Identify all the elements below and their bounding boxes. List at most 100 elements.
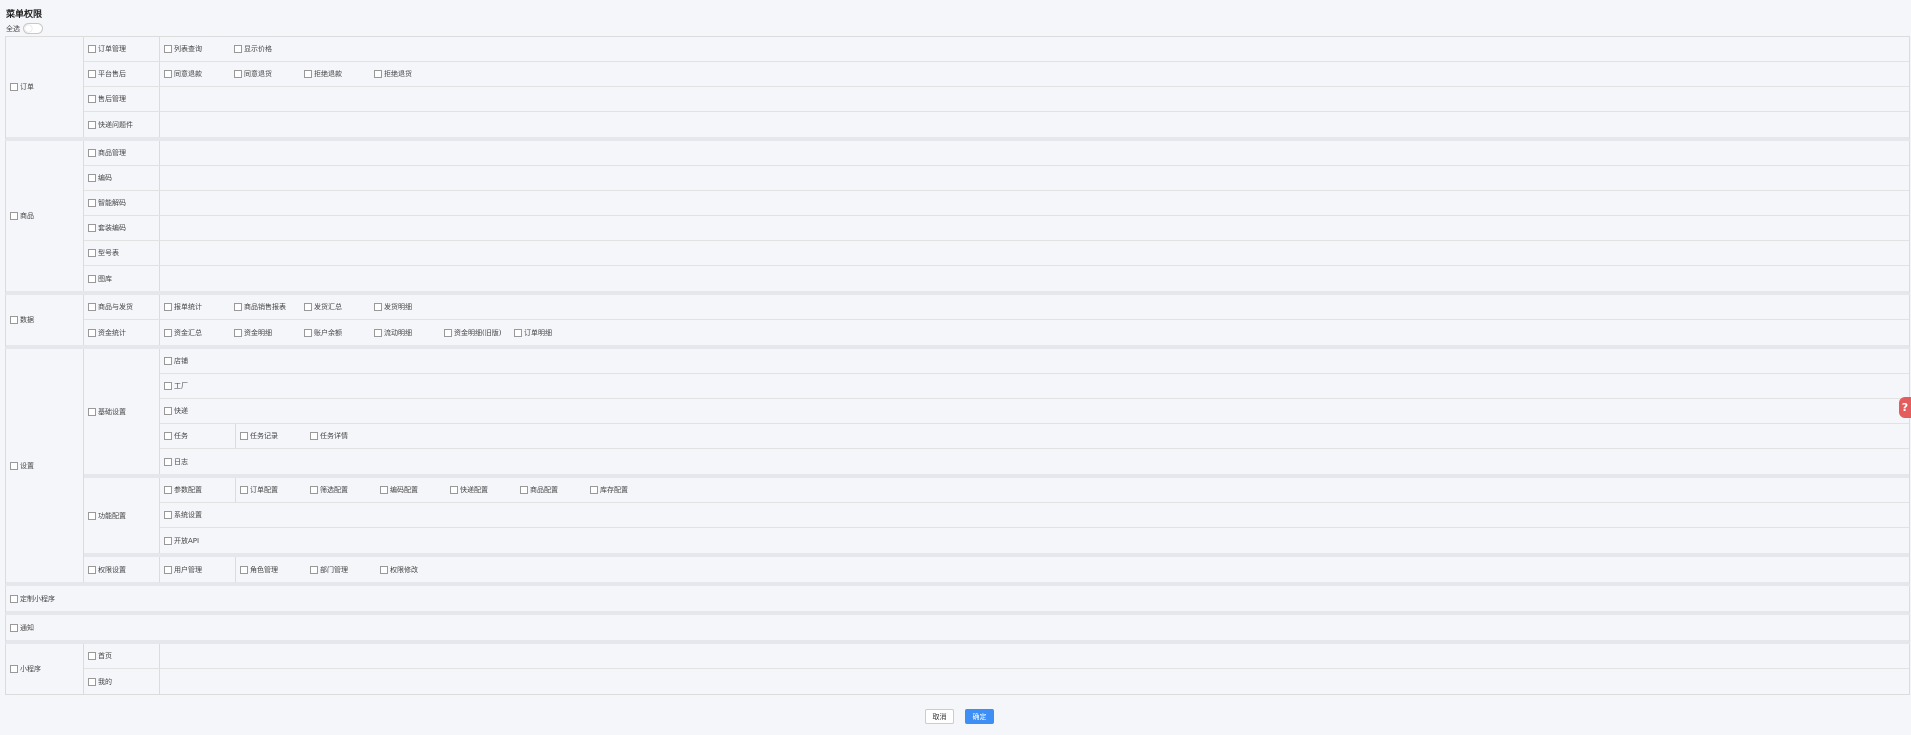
- checkbox-icon[interactable]: [10, 83, 18, 91]
- checkbox-icon[interactable]: [88, 677, 96, 686]
- checkbox-icon[interactable]: [310, 565, 318, 574]
- permission-checkbox[interactable]: 部门管理: [310, 565, 380, 575]
- permission-checkbox[interactable]: 任务记录: [240, 431, 310, 441]
- checkbox-icon[interactable]: [10, 665, 18, 673]
- checkbox-icon[interactable]: [10, 316, 18, 324]
- checkbox-icon[interactable]: [88, 199, 96, 207]
- checkbox-icon[interactable]: [514, 328, 522, 337]
- checkbox-icon[interactable]: [88, 149, 96, 157]
- checkbox-icon[interactable]: [374, 328, 382, 337]
- checkbox-icon[interactable]: [520, 486, 528, 494]
- permission-checkbox[interactable]: 商品管理: [88, 148, 126, 158]
- permission-checkbox[interactable]: 快递问题件: [88, 120, 133, 130]
- permission-checkbox[interactable]: 列表查询: [164, 44, 234, 54]
- checkbox-icon[interactable]: [10, 461, 18, 470]
- permission-checkbox[interactable]: 工厂: [164, 381, 188, 391]
- permission-checkbox[interactable]: 显示价格: [234, 44, 304, 54]
- checkbox-icon[interactable]: [10, 594, 18, 603]
- checkbox-icon[interactable]: [310, 486, 318, 494]
- permission-checkbox[interactable]: 任务: [164, 431, 188, 441]
- checkbox-icon[interactable]: [88, 274, 96, 283]
- checkbox-icon[interactable]: [240, 486, 248, 494]
- permission-checkbox[interactable]: 图库: [88, 274, 112, 284]
- permission-checkbox[interactable]: 型号表: [88, 248, 119, 258]
- permission-checkbox[interactable]: 编码配置: [380, 485, 450, 495]
- checkbox-icon[interactable]: [240, 565, 248, 574]
- permission-checkbox[interactable]: 快递: [164, 406, 188, 416]
- checkbox-icon[interactable]: [88, 565, 96, 574]
- cancel-button[interactable]: 取消: [925, 709, 954, 724]
- checkbox-icon[interactable]: [88, 120, 96, 129]
- permission-checkbox[interactable]: 资金统计: [88, 328, 126, 338]
- checkbox-icon[interactable]: [164, 457, 172, 466]
- permission-checkbox[interactable]: 用户管理: [164, 565, 202, 575]
- permission-checkbox[interactable]: 店铺: [164, 356, 188, 366]
- permission-checkbox[interactable]: 功能配置: [88, 511, 126, 521]
- checkbox-icon[interactable]: [164, 511, 172, 519]
- permission-checkbox[interactable]: 订单配置: [240, 485, 310, 495]
- permission-checkbox[interactable]: 订单管理: [88, 44, 126, 54]
- permission-checkbox[interactable]: 筛选配置: [310, 485, 380, 495]
- checkbox-icon[interactable]: [234, 70, 242, 78]
- permission-checkbox[interactable]: 发货明细: [374, 302, 444, 312]
- permission-checkbox[interactable]: 售后管理: [88, 94, 126, 104]
- checkbox-icon[interactable]: [164, 432, 172, 440]
- question-icon[interactable]: ?: [1899, 397, 1911, 418]
- select-all-toggle[interactable]: [23, 23, 43, 34]
- checkbox-icon[interactable]: [88, 174, 96, 182]
- permission-checkbox[interactable]: 资金汇总: [164, 328, 234, 338]
- permission-checkbox[interactable]: 权限修改: [380, 565, 450, 575]
- checkbox-icon[interactable]: [88, 328, 96, 337]
- checkbox-icon[interactable]: [304, 70, 312, 78]
- checkbox-icon[interactable]: [164, 70, 172, 78]
- permission-checkbox[interactable]: 同意退款: [164, 69, 234, 79]
- permission-checkbox[interactable]: 权限设置: [88, 565, 126, 575]
- permission-checkbox[interactable]: 商品: [10, 211, 34, 221]
- checkbox-icon[interactable]: [88, 45, 96, 53]
- checkbox-icon[interactable]: [164, 407, 172, 415]
- checkbox-icon[interactable]: [590, 486, 598, 494]
- permission-checkbox[interactable]: 快递配置: [450, 485, 520, 495]
- checkbox-icon[interactable]: [10, 623, 18, 632]
- checkbox-icon[interactable]: [380, 565, 388, 574]
- permission-checkbox[interactable]: 我的: [88, 677, 112, 687]
- permission-checkbox[interactable]: 商品配置: [520, 485, 590, 495]
- permission-checkbox[interactable]: 基础设置: [88, 407, 126, 417]
- checkbox-icon[interactable]: [374, 303, 382, 311]
- checkbox-icon[interactable]: [164, 486, 172, 494]
- checkbox-icon[interactable]: [164, 536, 172, 545]
- permission-checkbox[interactable]: 定制小程序: [10, 594, 55, 604]
- permission-checkbox[interactable]: 订单: [10, 82, 34, 92]
- permission-checkbox[interactable]: 流动明细: [374, 328, 444, 338]
- confirm-button[interactable]: 确定: [965, 709, 994, 724]
- checkbox-icon[interactable]: [164, 303, 172, 311]
- permission-checkbox[interactable]: 任务详情: [310, 431, 380, 441]
- permission-checkbox[interactable]: 拒绝退货: [374, 69, 444, 79]
- checkbox-icon[interactable]: [88, 511, 96, 520]
- checkbox-icon[interactable]: [88, 407, 96, 416]
- checkbox-icon[interactable]: [450, 486, 458, 494]
- permission-checkbox[interactable]: 订单明细: [514, 328, 584, 338]
- checkbox-icon[interactable]: [164, 565, 172, 574]
- checkbox-icon[interactable]: [88, 652, 96, 660]
- checkbox-icon[interactable]: [164, 328, 172, 337]
- permission-checkbox[interactable]: 发货汇总: [304, 302, 374, 312]
- permission-checkbox[interactable]: 资金明细(旧版): [444, 328, 514, 338]
- permission-checkbox[interactable]: 编码: [88, 173, 112, 183]
- permission-checkbox[interactable]: 设置: [10, 461, 34, 471]
- checkbox-icon[interactable]: [304, 328, 312, 337]
- checkbox-icon[interactable]: [304, 303, 312, 311]
- checkbox-icon[interactable]: [444, 328, 452, 337]
- permission-checkbox[interactable]: 库存配置: [590, 485, 660, 495]
- permission-checkbox[interactable]: 拒绝退款: [304, 69, 374, 79]
- permission-checkbox[interactable]: 角色管理: [240, 565, 310, 575]
- permission-checkbox[interactable]: 商品与发货: [88, 302, 133, 312]
- checkbox-icon[interactable]: [234, 45, 242, 53]
- checkbox-icon[interactable]: [374, 70, 382, 78]
- checkbox-icon[interactable]: [164, 45, 172, 53]
- checkbox-icon[interactable]: [88, 224, 96, 232]
- checkbox-icon[interactable]: [88, 95, 96, 103]
- permission-checkbox[interactable]: 平台售后: [88, 69, 126, 79]
- permission-checkbox[interactable]: 通知: [10, 623, 34, 633]
- permission-checkbox[interactable]: 系统设置: [164, 510, 202, 520]
